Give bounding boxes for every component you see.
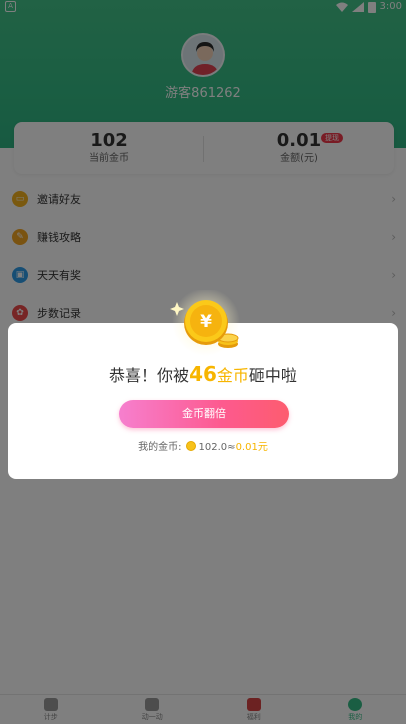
my-coins-label: 我的金币:	[138, 442, 182, 453]
gold-coins-icon: ¥	[170, 290, 240, 356]
reward-coin-amount: 46	[189, 362, 217, 386]
my-coins-value: 102.0	[198, 442, 228, 453]
double-coins-button[interactable]: 金币翻倍	[119, 400, 289, 428]
approx-sign: ≈	[227, 442, 236, 453]
reward-coin-unit: 金币	[216, 366, 249, 385]
reward-title: 恭喜！你被46金币砸中啦	[8, 363, 398, 387]
svg-text:¥: ¥	[200, 312, 212, 332]
coin-icon	[185, 441, 196, 451]
my-coins-yuan: 0.01元	[235, 442, 268, 453]
reward-title-suffix: 砸中啦	[248, 366, 297, 385]
reward-title-prefix: 恭喜！你被	[109, 366, 190, 385]
my-coins-row: 我的金币: 102.0≈0.01元	[8, 441, 398, 455]
